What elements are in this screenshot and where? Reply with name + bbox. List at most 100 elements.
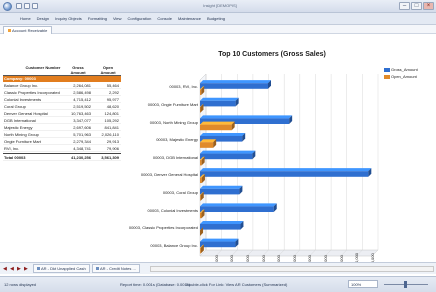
legend-label-open: Open_Amount [391, 74, 417, 79]
menu-design[interactable]: Design [37, 16, 49, 21]
table-row[interactable]: Balance Group Inc. 2,264,081 55,464 [3, 82, 121, 89]
table-row[interactable]: Coral Group 2,519,502 48,620 [3, 103, 121, 110]
table-row[interactable]: Ongie Furniture Mart 2,279,344 29,913 [3, 138, 121, 145]
menu-bar: Home Design Inquiry Objects Formatting V… [0, 13, 436, 25]
gross-amount-cell: 10,763,463 [70, 111, 91, 116]
open-amount-cell: 124,801 [104, 111, 119, 116]
sheet-tab-label: AR - Credit Notes ... [100, 266, 136, 271]
category-label: 00003, DGB International [152, 154, 198, 160]
menu-home[interactable]: Home [20, 16, 31, 21]
bar-open [200, 107, 201, 113]
total-gross: 41,230,256 [70, 155, 91, 160]
menu-console[interactable]: Console [157, 16, 172, 21]
menu-formatting[interactable]: Formatting [88, 16, 107, 21]
maximize-button[interactable]: □ [411, 2, 422, 10]
bar-gross [200, 188, 240, 195]
title-bar: Insight [DEMOPIS] – □ × [0, 0, 436, 13]
prev-sheet-icon[interactable]: ◀ [10, 266, 14, 272]
bar-gross [200, 206, 274, 212]
gross-amount-cell: 4,348,741 [73, 146, 91, 151]
table-row[interactable]: Colonial Investments 4,715,412 95,977 [3, 96, 121, 103]
chart-panel: Top 10 Customers (Gross Sales) Gross_Amo… [122, 34, 436, 276]
table-row[interactable]: Denver General Hospital 10,763,463 124,801 [3, 110, 121, 117]
customer-name-cell: Denver General Hospital [4, 111, 48, 116]
table-row[interactable]: North Mining Group 5,701,963 2,026,110 [3, 131, 121, 138]
legend-gross: Gross_Amount [384, 67, 434, 74]
report-time: Report time: 0.001s (Database: 0.001s) [120, 282, 191, 287]
document-tabs: Account Receivable [0, 25, 436, 34]
bar-open [200, 159, 202, 166]
status-bar: 12 rows displayed Report time: 0.001s (D… [0, 276, 436, 292]
zoom-slider-handle[interactable] [404, 281, 407, 288]
menu-inquiry-objects[interactable]: Inquiry Objects [55, 16, 82, 21]
sheet-icon [37, 267, 40, 271]
bar-top-gross [200, 115, 293, 119]
bar-top-gross [200, 185, 243, 189]
header-customer-number[interactable]: Customer Number [23, 65, 63, 71]
bar-top-gross [200, 80, 271, 84]
bar-gross [200, 153, 253, 160]
menu-budgeting[interactable]: Budgeting [207, 16, 225, 21]
chart-legend: Gross_Amount Open_Amount [384, 67, 434, 81]
category-label: 00003, Majestic Energy [156, 137, 198, 143]
open-amount-cell: 841,841 [104, 125, 119, 130]
table-row[interactable]: DGB International 3,347,077 105,292 [3, 117, 121, 124]
bar-top-open [200, 121, 235, 125]
header-open-amount[interactable]: Open Amount [95, 65, 121, 75]
category-label: 00003, RVI, Inc. [169, 84, 198, 90]
table-row[interactable]: RVI, Inc. 4,348,741 79,906 [3, 145, 121, 152]
table-header: Customer Number Gross Amount Open Amount [3, 64, 121, 76]
sheet-tab-credit-notes[interactable]: AR - Credit Notes ... [92, 264, 140, 273]
legend-swatch-gross [384, 67, 390, 72]
sheet-tab-dkt-unapplied-cash[interactable]: AR - Dkt Unapplied Cash [33, 264, 90, 273]
bar-open [200, 212, 202, 219]
save-icon[interactable] [16, 3, 22, 9]
table-row[interactable]: Majestic Energy 2,697,606 841,841 [3, 124, 121, 131]
last-sheet-icon[interactable]: ▶ [24, 266, 28, 272]
sheet-tab-label: AR - Dkt Unapplied Cash [41, 266, 86, 271]
application-menu-button[interactable] [3, 2, 12, 11]
report-icon [8, 29, 11, 33]
open-amount-cell: 29,913 [106, 139, 119, 144]
menu-maintenance[interactable]: Maintenance [178, 16, 201, 21]
header-gross-amount[interactable]: Gross Amount [67, 65, 89, 75]
quick-access-toolbar [16, 3, 38, 9]
category-label: 00003, Ongie Furniture Mart [147, 102, 198, 107]
menu-view[interactable]: View [113, 16, 122, 21]
customer-name-cell: Ongie Furniture Mart [4, 139, 41, 144]
minimize-button[interactable]: – [399, 2, 410, 10]
total-label: Total 00003 [4, 155, 26, 160]
next-sheet-icon[interactable]: ▶ [17, 266, 21, 272]
redo-icon[interactable] [32, 3, 38, 9]
window-title: Insight [DEMOPIS] [203, 3, 237, 8]
gross-amount-cell: 2,279,344 [73, 139, 91, 144]
close-button[interactable]: × [423, 2, 434, 10]
open-amount-cell: 105,292 [104, 118, 119, 123]
total-row[interactable]: Total 00003 41,230,256 3,561,309 [3, 153, 121, 161]
zoom-select[interactable]: 100% [348, 280, 378, 288]
open-amount-cell: 79,906 [106, 146, 119, 151]
app-window: Insight [DEMOPIS] – □ × Home Design Inqu… [0, 0, 436, 292]
customer-name-cell: North Mining Group [4, 132, 39, 137]
bar-gross [200, 241, 236, 248]
legend-swatch-open [384, 74, 390, 79]
tab-account-receivable[interactable]: Account Receivable [3, 26, 53, 34]
report-area: Customer Number Gross Amount Open Amount… [0, 34, 436, 276]
gross-amount-cell: 2,697,606 [73, 125, 91, 130]
horizontal-scrollbar[interactable] [150, 266, 434, 272]
bar-open [200, 124, 232, 131]
customer-name-cell: Colonial Investments [4, 97, 42, 102]
category-label: 00003, Balance Group Inc. [150, 242, 198, 248]
customer-name-cell: Balance Group Inc. [4, 83, 39, 88]
first-sheet-icon[interactable]: ◀ [3, 266, 7, 272]
undo-icon[interactable] [24, 3, 30, 9]
bar-open [200, 247, 201, 254]
gross-amount-cell: 3,347,077 [73, 118, 91, 123]
gross-amount-cell: 2,519,502 [73, 104, 91, 109]
bar-top-gross [200, 203, 277, 207]
table-row[interactable]: Classic Properties Incorporated 2,586,498… [3, 89, 121, 96]
open-amount-cell: 2,292 [108, 90, 119, 95]
menu-configuration[interactable]: Configuration [128, 16, 152, 21]
open-amount-cell: 2,026,110 [101, 132, 120, 137]
customer-name-cell: Classic Properties Incorporated [4, 90, 60, 95]
